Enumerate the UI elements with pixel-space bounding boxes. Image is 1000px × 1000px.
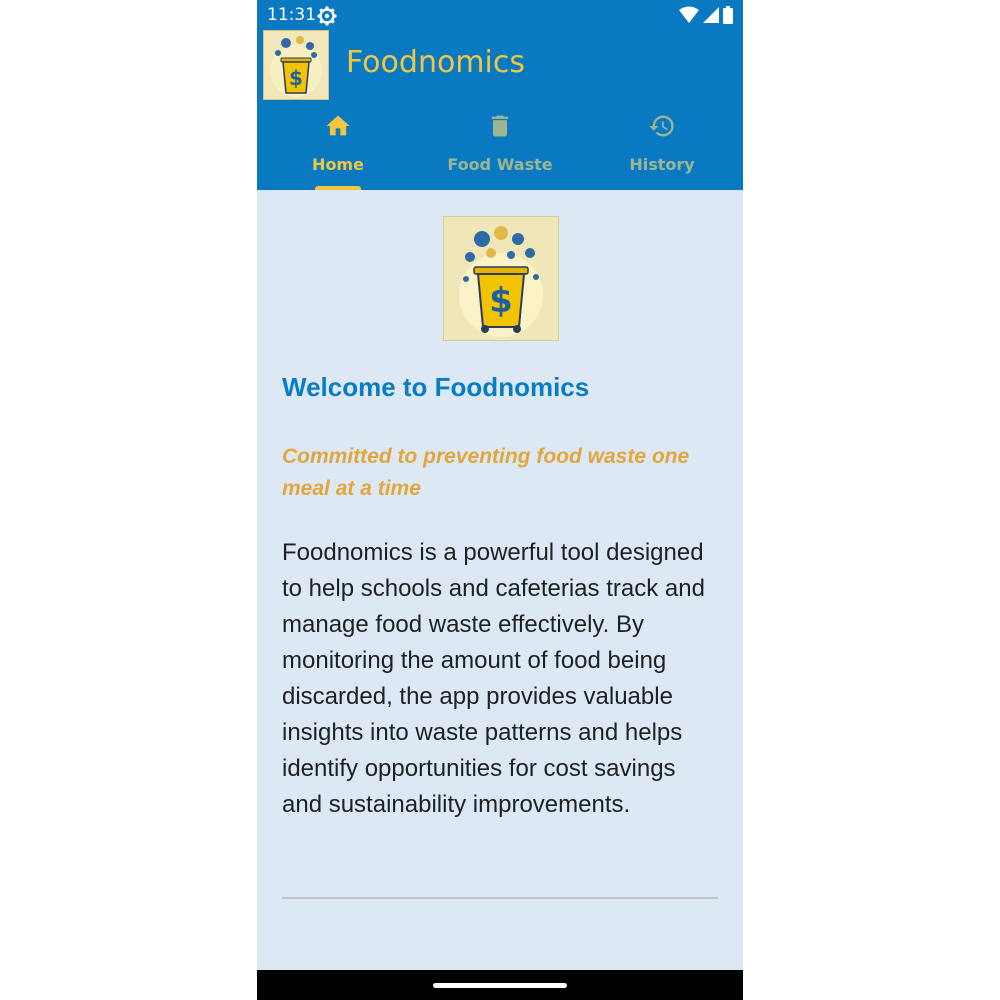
tab-history-label: History xyxy=(629,155,695,174)
status-bar: 11:31 xyxy=(257,0,743,30)
app-title: Foodnomics xyxy=(346,45,525,80)
tab-history[interactable]: History xyxy=(581,108,743,190)
hero-logo-image: $ xyxy=(443,216,559,341)
tab-bar: Home Food Waste History xyxy=(257,108,743,190)
history-icon xyxy=(648,112,676,140)
home-content: $ Welcome to Foodnomics Committed to pre… xyxy=(257,190,743,970)
status-time: 11:31 xyxy=(267,5,316,25)
tab-food-waste[interactable]: Food Waste xyxy=(419,108,581,190)
phone-screen: 11:31 $ Foodnomics Home Food Waste Histo… xyxy=(257,0,743,1000)
signal-icon xyxy=(703,6,719,28)
system-nav-bar xyxy=(257,970,743,1000)
welcome-title: Welcome to Foodnomics xyxy=(282,372,590,402)
tab-home-label: Home xyxy=(312,155,364,174)
tab-home[interactable]: Home xyxy=(257,108,419,190)
home-icon xyxy=(324,112,352,140)
app-description: Foodnomics is a powerful tool designed t… xyxy=(282,539,705,818)
svg-text:$: $ xyxy=(289,66,303,90)
settings-gear-icon xyxy=(317,6,337,26)
wifi-icon xyxy=(679,6,699,28)
app-bar: $ Foodnomics Home Food Waste History xyxy=(257,30,743,190)
app-logo: $ xyxy=(263,30,329,100)
tab-food-waste-label: Food Waste xyxy=(447,155,553,174)
divider xyxy=(282,897,718,899)
battery-icon xyxy=(723,6,733,28)
home-gesture-handle[interactable] xyxy=(433,983,567,988)
trash-icon xyxy=(486,112,514,140)
svg-text:$: $ xyxy=(489,281,513,321)
tagline: Committed to preventing food waste one m… xyxy=(282,445,690,500)
